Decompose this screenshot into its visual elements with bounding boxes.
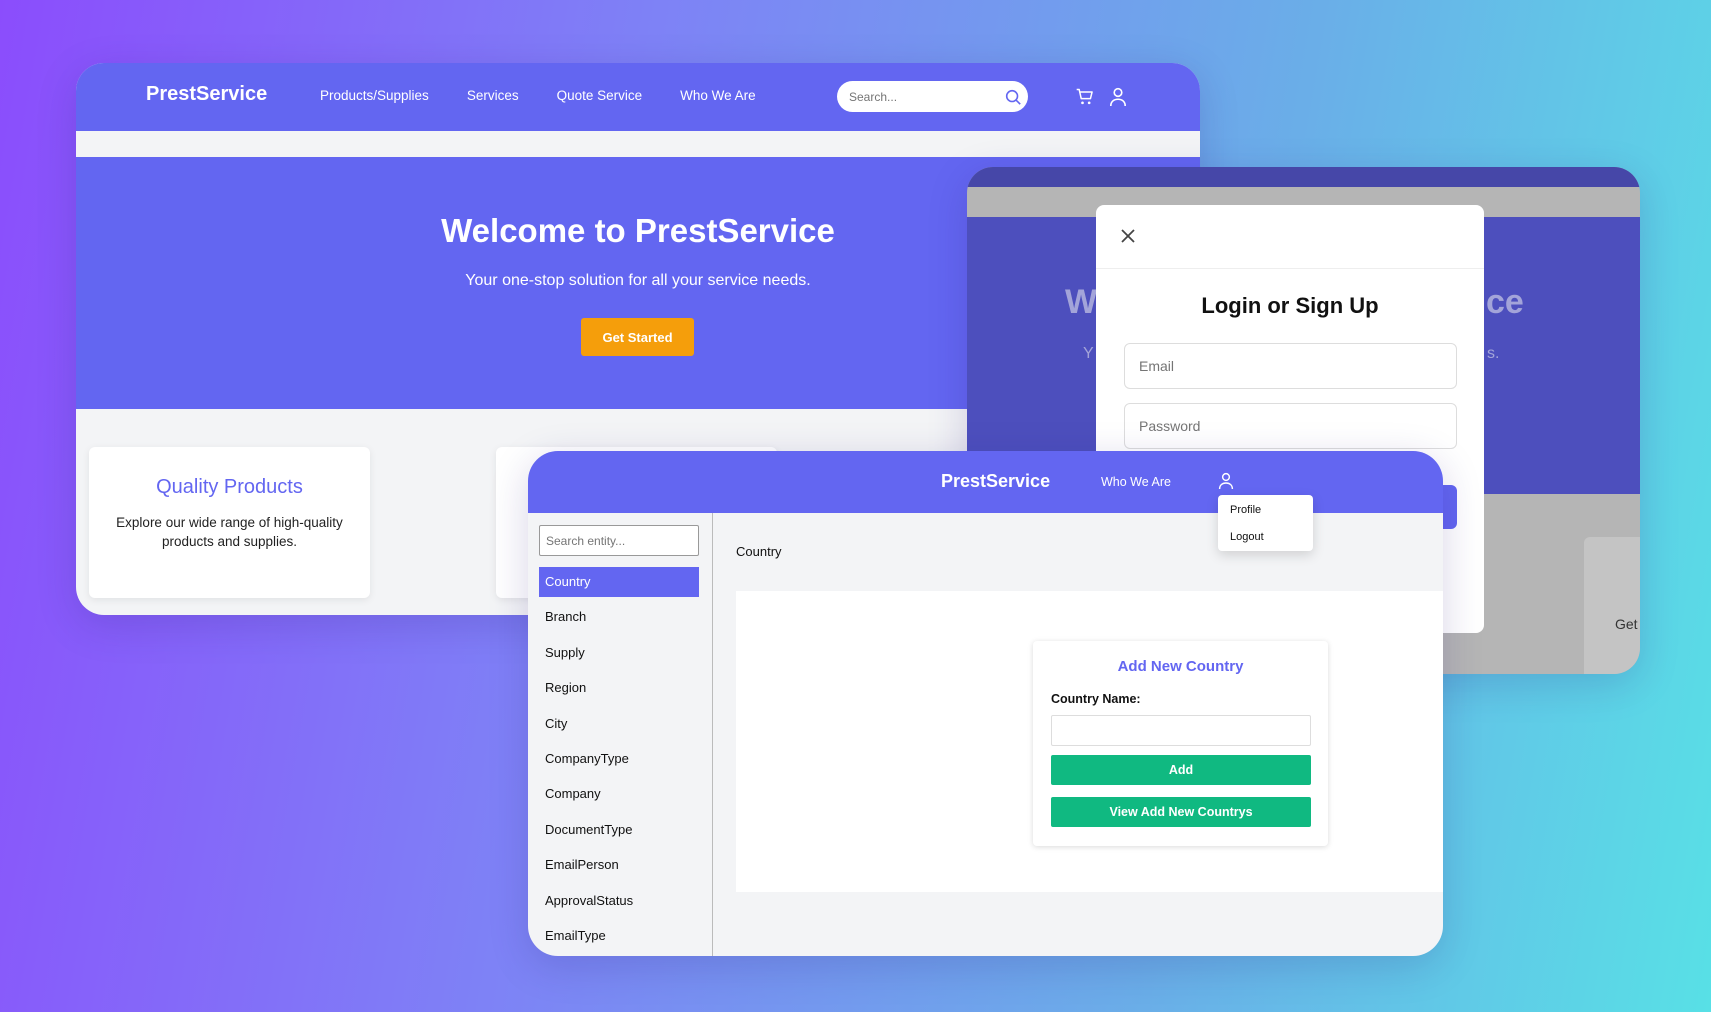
nav-links: Products/Supplies Services Quote Service… xyxy=(320,88,756,103)
add-country-form: Add New Country Country Name: Add View A… xyxy=(1033,641,1328,846)
entity-sidebar: Country Branch Supply Region City Compan… xyxy=(528,513,713,956)
country-name-label: Country Name: xyxy=(1051,692,1141,706)
email-field[interactable] xyxy=(1124,343,1457,389)
sidebar-item-emailperson[interactable]: EmailPerson xyxy=(539,850,699,885)
sidebar-item-companytype[interactable]: CompanyType xyxy=(539,744,699,779)
modal-divider xyxy=(1096,268,1484,269)
brand-logo[interactable]: PrestService xyxy=(146,83,267,106)
password-field[interactable] xyxy=(1124,403,1457,449)
sidebar-item-city[interactable]: City xyxy=(539,709,699,744)
admin-window: PrestService Who We Are Profile Logout C… xyxy=(528,451,1443,956)
menu-item-profile[interactable]: Profile xyxy=(1230,504,1261,516)
feature-card-quality-products: Quality Products Explore our wide range … xyxy=(89,447,370,598)
nav-link-quote-service[interactable]: Quote Service xyxy=(557,88,643,103)
dimmed-card-text: Get xyxy=(1615,616,1638,632)
view-countries-button[interactable]: View Add New Countrys xyxy=(1051,797,1311,827)
sidebar-item-approvalstatus[interactable]: ApprovalStatus xyxy=(539,886,699,921)
entity-list: Country Branch Supply Region City Compan… xyxy=(539,567,699,956)
sidebar-item-emailtype[interactable]: EmailType xyxy=(539,921,699,956)
user-dropdown-menu: Profile Logout xyxy=(1218,495,1313,551)
admin-brand-logo[interactable]: PrestService xyxy=(941,471,1050,492)
subnav-strip xyxy=(76,131,1200,157)
dimmed-hero-subtitle-left: Y xyxy=(1083,345,1094,362)
nav-link-products[interactable]: Products/Supplies xyxy=(320,88,429,103)
feature-card-text: Explore our wide range of high-quality p… xyxy=(116,515,343,549)
close-icon[interactable] xyxy=(1120,228,1136,244)
sidebar-item-branch[interactable]: Branch xyxy=(539,602,699,637)
sidebar-item-supply[interactable]: Supply xyxy=(539,638,699,673)
sidebar-item-region[interactable]: Region xyxy=(539,673,699,708)
breadcrumb: Country xyxy=(736,544,782,559)
dimmed-hero-title-right: ce xyxy=(1486,283,1524,321)
sidebar-item-company[interactable]: Company xyxy=(539,779,699,814)
dimmed-hero-title-left: W xyxy=(1065,283,1098,321)
user-icon[interactable] xyxy=(1109,87,1127,107)
sidebar-item-documenttype[interactable]: DocumentType xyxy=(539,815,699,850)
dimmed-hero-subtitle-right: s. xyxy=(1487,345,1500,362)
entity-search-input[interactable] xyxy=(539,525,699,556)
cart-icon[interactable] xyxy=(1075,87,1095,107)
dimmed-navbar xyxy=(967,167,1640,187)
search-icon[interactable] xyxy=(1004,88,1022,106)
feature-card-title: Quality Products xyxy=(156,476,303,498)
form-title: Add New Country xyxy=(1117,658,1244,675)
sidebar-item-country[interactable]: Country xyxy=(539,567,699,597)
menu-item-logout[interactable]: Logout xyxy=(1230,531,1264,543)
landing-navbar: PrestService Products/Supplies Services … xyxy=(76,63,1200,131)
dimmed-feature-card: Get xyxy=(1584,537,1640,674)
nav-link-services[interactable]: Services xyxy=(467,88,519,103)
nav-link-who-we-are[interactable]: Who We Are xyxy=(680,88,756,103)
get-started-button[interactable]: Get Started xyxy=(581,318,694,356)
add-button[interactable]: Add xyxy=(1051,755,1311,785)
nav-link-who-we-are[interactable]: Who We Are xyxy=(1101,475,1171,489)
country-name-field[interactable] xyxy=(1051,715,1311,746)
modal-title: Login or Sign Up xyxy=(1201,293,1379,318)
search-input[interactable] xyxy=(837,81,1028,112)
user-icon[interactable] xyxy=(1218,472,1234,490)
admin-navbar: PrestService Who We Are Profile Logout xyxy=(528,451,1443,551)
